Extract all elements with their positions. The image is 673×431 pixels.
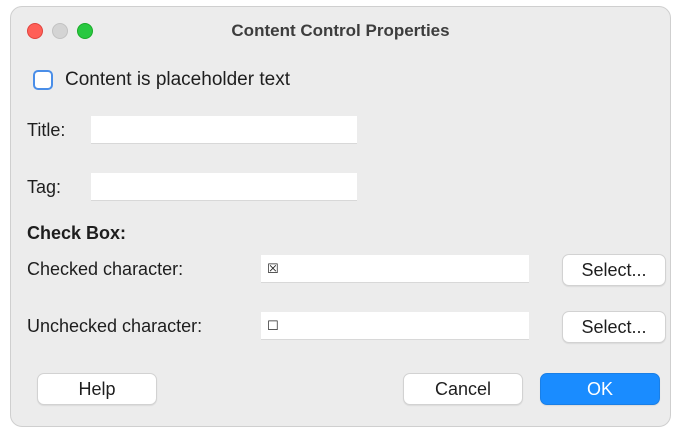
- title-input[interactable]: [91, 116, 357, 144]
- title-bar[interactable]: Content Control Properties: [11, 7, 670, 55]
- window-controls: [27, 23, 93, 39]
- zoom-window-button[interactable]: [77, 23, 93, 39]
- placeholder-checkbox-row[interactable]: Content is placeholder text: [33, 69, 290, 91]
- checked-character-label: Checked character:: [27, 259, 184, 279]
- placeholder-checkbox-label[interactable]: Content is placeholder text: [65, 69, 290, 91]
- unchecked-character-select-button[interactable]: Select...: [562, 311, 666, 343]
- tag-input[interactable]: [91, 173, 357, 201]
- checked-character-select-button[interactable]: Select...: [562, 254, 666, 286]
- cancel-button[interactable]: Cancel: [403, 373, 523, 405]
- title-label: Title:: [27, 120, 66, 140]
- tag-label: Tag:: [27, 177, 62, 197]
- placeholder-checkbox[interactable]: [33, 70, 53, 90]
- check-box-heading: Check Box:: [27, 223, 127, 243]
- checked-character-input[interactable]: ☒: [261, 255, 529, 283]
- dialog-title: Content Control Properties: [231, 21, 450, 40]
- close-window-button[interactable]: [27, 23, 43, 39]
- help-button[interactable]: Help: [37, 373, 157, 405]
- ok-button[interactable]: OK: [540, 373, 660, 405]
- unchecked-character-label: Unchecked character:: [27, 316, 203, 336]
- minimize-window-button[interactable]: [52, 23, 68, 39]
- dialog-window: Content Control Properties Content is pl…: [10, 6, 671, 427]
- unchecked-character-input[interactable]: ☐: [261, 312, 529, 340]
